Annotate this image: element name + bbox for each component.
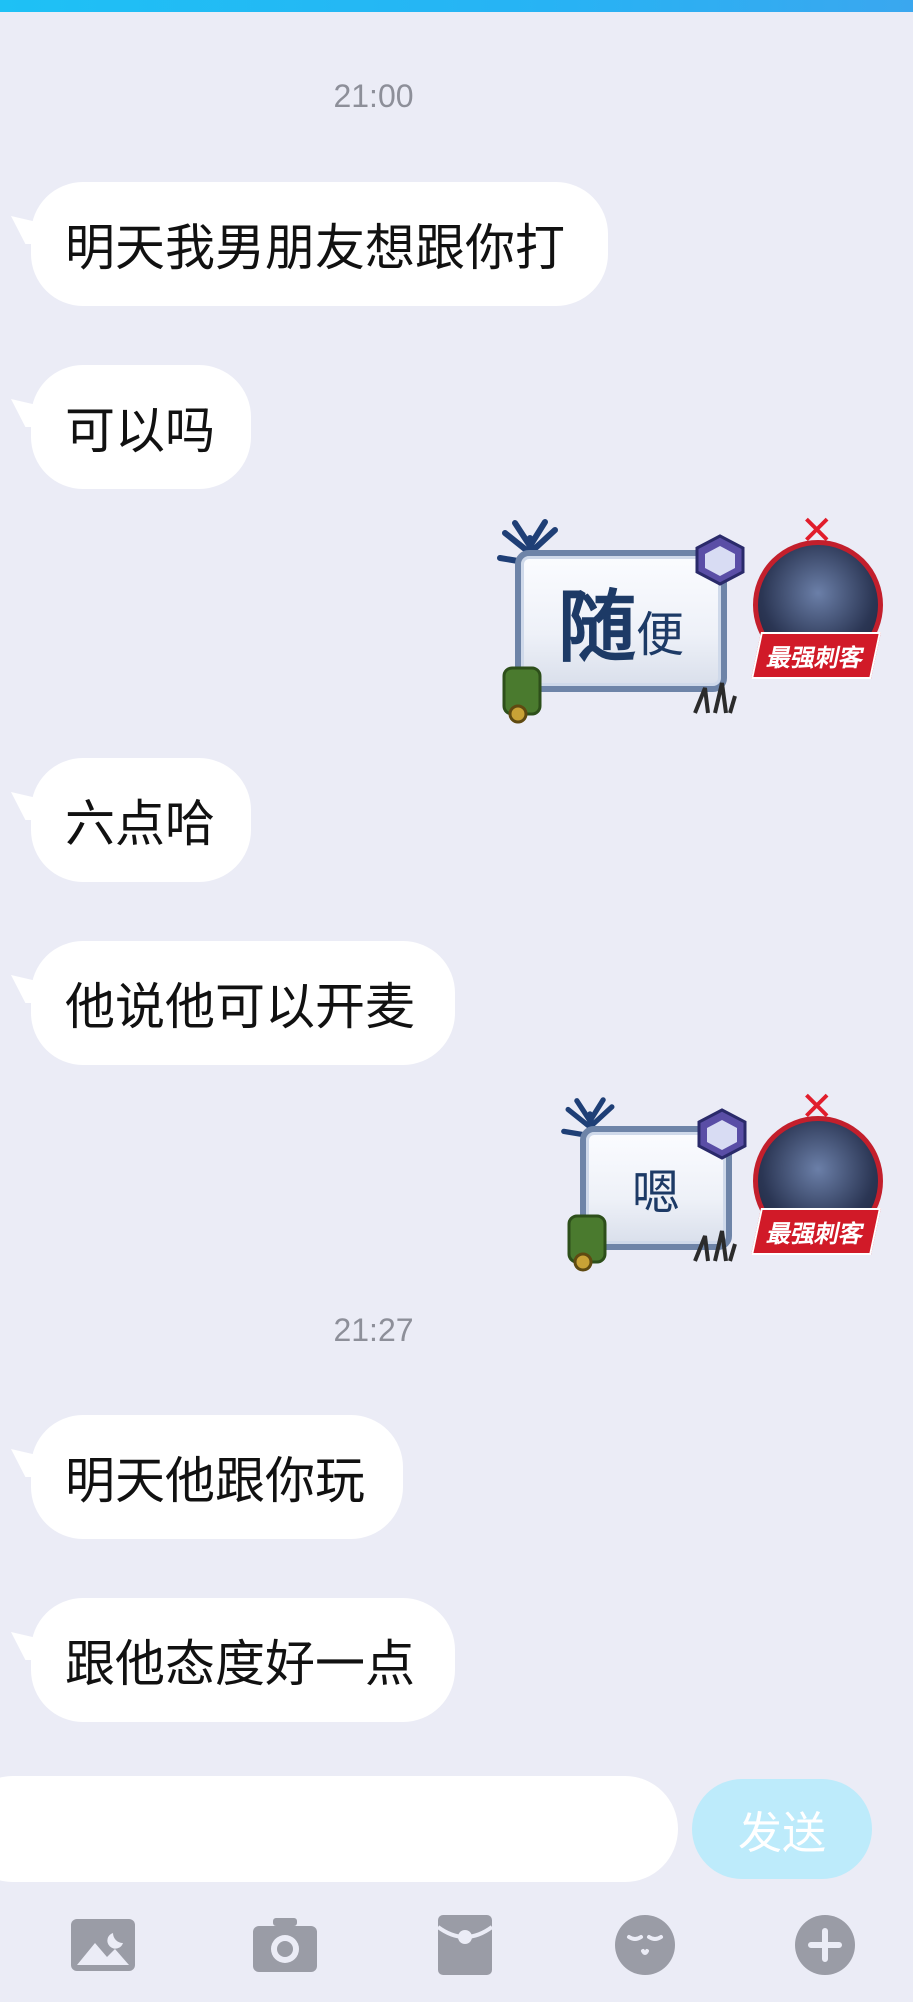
message-bubble[interactable]: 跟他态度好一点 [31,1598,455,1722]
cube-decoration-icon [695,534,745,586]
sword-icon: ✕ [800,508,834,554]
camera-button[interactable] [250,1910,320,1980]
message-bubble[interactable]: 六点哈 [31,758,251,882]
cube-decoration-icon [697,1108,747,1160]
avatar-badge: 最强刺客 [751,1208,881,1255]
message-text: 可以吗 [65,402,215,460]
message-text: 明天他跟你玩 [65,1452,365,1510]
red-packet-icon [436,1915,494,1975]
image-button[interactable] [68,1910,138,1980]
emoji-button[interactable] [610,1910,680,1980]
scroll-decoration-icon [567,1214,607,1272]
user-avatar[interactable]: ✕ 最强刺客 [748,508,888,679]
timestamp: 21:27 [333,1312,414,1348]
timestamp: 21:00 [333,78,414,114]
scroll-decoration-icon [502,666,542,724]
avatar-badge: 最强刺客 [751,632,881,679]
bottom-toolbar [0,1888,913,2002]
grass-decoration-icon [693,1230,737,1262]
sticker-main-text: 随 [557,582,636,673]
message-bubble[interactable]: 明天我男朋友想跟你打 [31,182,608,306]
message-input[interactable] [0,1776,678,1882]
message-text: 跟他态度好一点 [65,1635,415,1693]
sword-icon: ✕ [800,1084,834,1130]
red-packet-button[interactable] [430,1910,500,1980]
message-bubble[interactable]: 可以吗 [31,365,251,489]
image-icon [71,1919,135,1971]
emoji-icon [615,1915,675,1975]
more-button[interactable] [790,1910,860,1980]
camera-icon [253,1918,317,1972]
message-bubble[interactable]: 明天他跟你玩 [31,1415,403,1539]
grass-decoration-icon [693,682,737,714]
user-avatar[interactable]: ✕ 最强刺客 [748,1084,888,1255]
sticker-main-text: 嗯 [631,1165,680,1221]
message-text: 明天我男朋友想跟你打 [65,219,565,277]
sticker-message[interactable]: 嗯 [555,1096,750,1276]
send-button[interactable]: 发送 [692,1779,872,1879]
plus-icon [795,1915,855,1975]
message-text: 六点哈 [65,795,215,853]
message-bubble[interactable]: 他说他可以开麦 [31,941,455,1065]
message-text: 他说他可以开麦 [65,978,415,1036]
top-accent-bar [0,0,913,12]
sticker-sub-text: 便 [636,607,685,663]
sticker-message[interactable]: 随 便 [490,518,750,724]
